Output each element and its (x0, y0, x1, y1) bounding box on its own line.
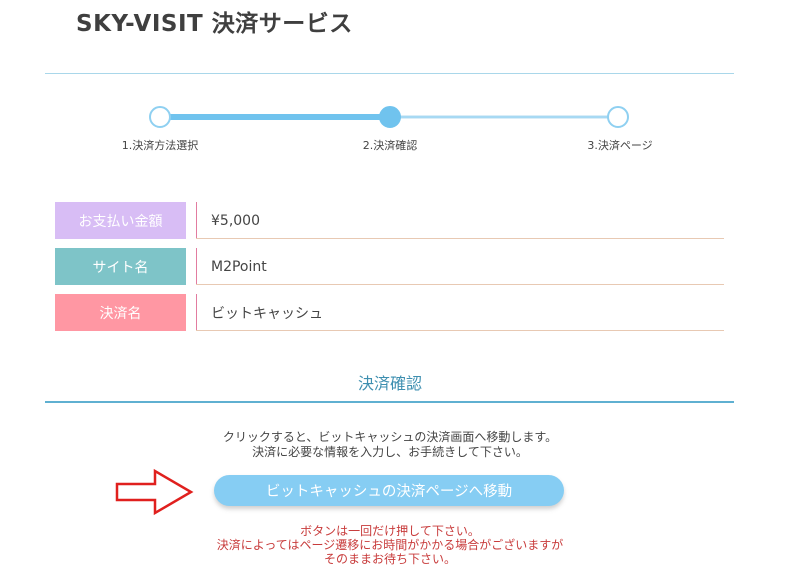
notice-text: ボタンは一回だけ押して下さい。 決済によってはページ遷移にお時間がかかる場合がご… (0, 524, 780, 566)
summary-row-site: サイト名 M2Point (55, 248, 724, 285)
stepper-track-progress (160, 114, 390, 120)
arrow-right-icon (115, 468, 194, 516)
notice-line-1: ボタンは一回だけ押して下さい。 (300, 524, 480, 538)
description-line-2: 決済に必要な情報を入力し、お手続きして下さい。 (252, 445, 528, 459)
step-2-label: 2.決済確認 (362, 139, 418, 152)
payment-name-value: ビットキャッシュ (211, 305, 323, 322)
section-divider (45, 401, 734, 403)
section-title: 決済確認 (357, 374, 422, 393)
summary-row-amount: お支払い金額 ¥5,000 (55, 202, 724, 239)
amount-label: お支払い金額 (55, 202, 186, 239)
step-3-label: 3.決済ページ (587, 139, 653, 152)
row-divider (196, 202, 197, 239)
step-1-circle (149, 106, 171, 128)
step-1-label: 1.決済方法選択 (121, 139, 199, 152)
payment-name-label: 決済名 (55, 294, 186, 331)
go-to-payment-button[interactable]: ビットキャッシュの決済ページへ移動 (214, 475, 564, 506)
progress-stepper: 1.決済方法選択 2.決済確認 3.決済ページ (0, 0, 800, 160)
summary-row-payment: 決済名 ビットキャッシュ (55, 294, 724, 331)
site-name-label: サイト名 (55, 248, 186, 285)
amount-value: ¥5,000 (211, 212, 260, 229)
confirm-description: クリックすると、ビットキャッシュの決済画面へ移動します。 決済に必要な情報を入力… (0, 430, 780, 460)
stepper-track-remaining (390, 116, 618, 118)
description-line-1: クリックすると、ビットキャッシュの決済画面へ移動します。 (222, 430, 558, 444)
row-underline (196, 330, 724, 331)
step-2-circle (379, 106, 401, 128)
row-divider (196, 248, 197, 285)
notice-line-2: 決済によってはページ遷移にお時間がかかる場合がございますが (216, 538, 564, 552)
row-divider (196, 294, 197, 331)
site-name-value: M2Point (211, 258, 267, 275)
row-underline (196, 238, 724, 239)
notice-line-3: そのままお待ち下さい。 (323, 552, 456, 566)
step-3-circle (607, 106, 629, 128)
row-underline (196, 284, 724, 285)
